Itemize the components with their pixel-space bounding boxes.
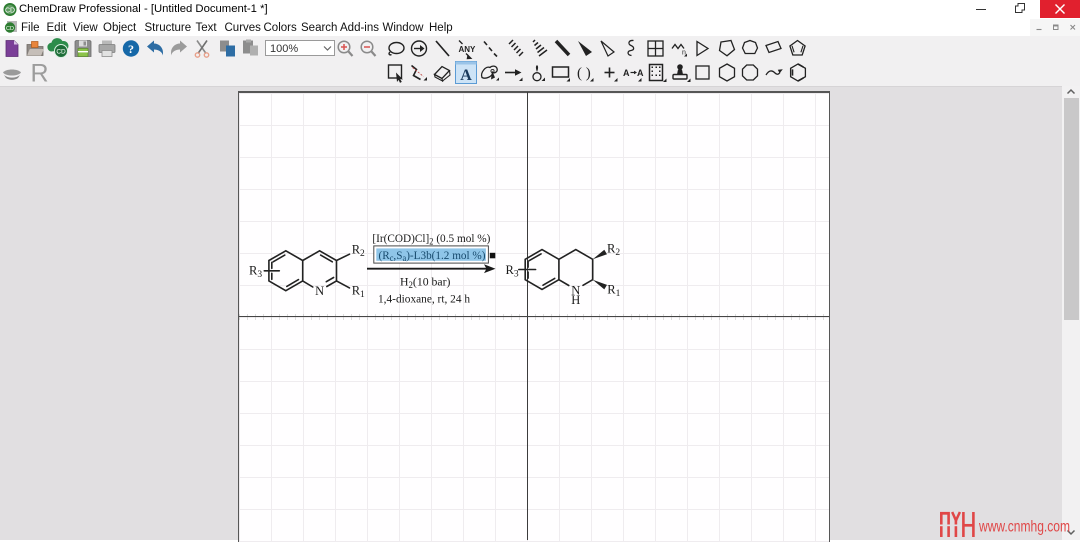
svg-text:R3: R3 [249, 264, 262, 281]
svg-text:R2: R2 [352, 243, 365, 260]
svg-text:H: H [571, 293, 580, 307]
svg-text:R1: R1 [352, 283, 365, 300]
svg-text:R2: R2 [607, 241, 620, 258]
svg-text:R3: R3 [506, 263, 519, 280]
svg-text:[Ir(COD)Cl]2 (0.5 mol %): [Ir(COD)Cl]2 (0.5 mol %) [372, 231, 490, 247]
svg-text:N: N [315, 284, 324, 298]
svg-text:1,4-dioxane, rt, 24 h: 1,4-dioxane, rt, 24 h [378, 292, 470, 306]
svg-text:R1: R1 [607, 282, 620, 299]
svg-text:H2(10 bar): H2(10 bar) [400, 275, 451, 291]
svg-text:(Rc,Sa)-L3b(1.2 mol %): (Rc,Sa)-L3b(1.2 mol %) [379, 248, 486, 263]
svg-text:www.cnmhg.com: www.cnmhg.com [978, 518, 1070, 535]
